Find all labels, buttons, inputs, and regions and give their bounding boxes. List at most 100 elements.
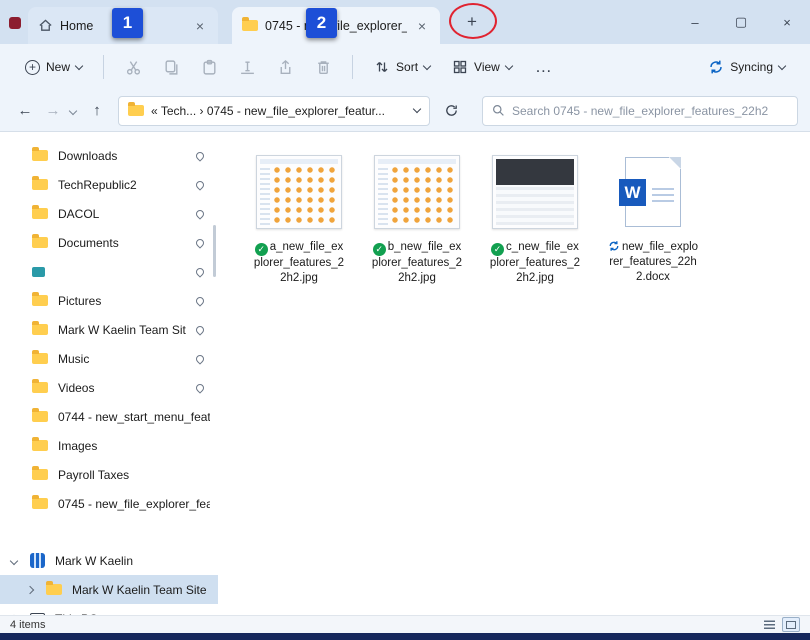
- refresh-icon: [444, 103, 459, 118]
- sidebar-item-pictures[interactable]: Pictures: [0, 286, 218, 315]
- cut-button[interactable]: [116, 51, 150, 83]
- sidebar-item-team-site-pinned[interactable]: Mark W Kaelin Team Site - Do: [0, 315, 218, 344]
- large-icons-view-icon: [786, 621, 796, 629]
- rename-icon: [239, 59, 256, 76]
- view-button-label: View: [474, 60, 500, 74]
- sort-button-label: Sort: [396, 60, 418, 74]
- sidebar-item-music[interactable]: Music: [0, 344, 218, 373]
- sidebar-item-downloads[interactable]: Downloads: [0, 141, 218, 170]
- command-bar: + New Sort: [0, 44, 810, 90]
- file-name: new_file_explorer_features_22h2.docx: [607, 240, 699, 285]
- pin-icon: [194, 179, 205, 190]
- sidebar-item-techrepublic2[interactable]: TechRepublic2: [0, 170, 218, 199]
- sidebar-item-mark-w-kaelin[interactable]: Mark W Kaelin: [0, 546, 218, 575]
- app-icon: [9, 17, 21, 29]
- item-count: 4 items: [10, 619, 45, 631]
- chevron-down-icon: [778, 61, 786, 69]
- chevron-down-icon: [423, 61, 431, 69]
- status-bar: 4 items: [0, 615, 810, 633]
- chevron-down-icon[interactable]: [10, 556, 18, 564]
- new-button[interactable]: + New: [16, 54, 91, 81]
- share-icon: [277, 59, 294, 76]
- cut-icon: [125, 59, 142, 76]
- sidebar-item-dacol[interactable]: DACOL: [0, 199, 218, 228]
- sidebar-item-payroll-taxes[interactable]: Payroll Taxes: [0, 460, 218, 489]
- downloads-folder-icon: [32, 150, 48, 161]
- address-dropdown-chevron-icon[interactable]: [413, 105, 421, 113]
- pin-icon: [194, 208, 205, 219]
- paste-button[interactable]: [192, 51, 226, 83]
- file-item-c-jpg[interactable]: ✓c_new_file_explorer_features_22h2.jpg: [482, 149, 588, 286]
- onedrive-sync-status[interactable]: Syncing: [699, 53, 794, 81]
- window-controls: – ▢ ×: [672, 0, 810, 44]
- folder-icon: [32, 498, 48, 509]
- up-button[interactable]: ↑: [84, 97, 110, 125]
- refresh-button[interactable]: [436, 97, 466, 125]
- toolbar-separator: [103, 55, 104, 79]
- back-button[interactable]: ←: [12, 97, 38, 125]
- sidebar-item-images[interactable]: Images: [0, 431, 218, 460]
- image-thumbnail: [256, 155, 342, 229]
- copy-icon: [163, 59, 180, 76]
- file-item-b-jpg[interactable]: ✓b_new_file_explorer_features_22h2.jpg: [364, 149, 470, 286]
- maximize-button[interactable]: ▢: [718, 0, 764, 44]
- image-thumbnail: [492, 155, 578, 229]
- plus-circle-icon: +: [25, 60, 40, 75]
- breadcrumb-current[interactable]: 0745 - new_file_explorer_featur...: [207, 104, 385, 118]
- syncing-icon: [608, 240, 620, 252]
- navigation-pane: Downloads TechRepublic2 DACOL Documents …: [0, 133, 218, 615]
- new-button-label: New: [46, 60, 70, 74]
- syncing-label: Syncing: [730, 60, 773, 74]
- search-input[interactable]: [512, 104, 788, 118]
- tab-folder-close-icon[interactable]: ×: [414, 18, 430, 34]
- folder-icon: [242, 20, 258, 31]
- file-name: ✓a_new_file_explorer_features_22h2.jpg: [253, 240, 345, 286]
- see-more-button[interactable]: …: [525, 57, 563, 77]
- folder-icon: [32, 179, 48, 190]
- chevron-right-icon[interactable]: [26, 585, 34, 593]
- file-item-a-jpg[interactable]: ✓a_new_file_explorer_features_22h2.jpg: [246, 149, 352, 286]
- sidebar-item-documents[interactable]: Documents: [0, 228, 218, 257]
- home-icon: [38, 18, 53, 33]
- sidebar-item-screenshot[interactable]: [0, 257, 218, 286]
- sidebar-item-videos[interactable]: Videos: [0, 373, 218, 402]
- image-thumbnail: [374, 155, 460, 229]
- tab-home-close-icon[interactable]: ×: [192, 18, 208, 34]
- share-button[interactable]: [268, 51, 302, 83]
- forward-button[interactable]: →: [40, 97, 66, 125]
- tab-bar: Home × 0745 - new_file_explorer_featu × …: [0, 0, 810, 44]
- sidebar-scrollbar[interactable]: [213, 225, 216, 277]
- sidebar-item-0745[interactable]: 0745 - new_file_explorer_features: [0, 489, 218, 518]
- search-bar[interactable]: [482, 96, 798, 126]
- breadcrumb-separator: ›: [200, 104, 204, 118]
- address-bar[interactable]: « Tech... › 0745 - new_file_explorer_fea…: [118, 96, 430, 126]
- breadcrumb-parent[interactable]: Tech...: [161, 104, 196, 118]
- folder-icon: [32, 208, 48, 219]
- file-item-docx[interactable]: W new_file_explorer_features_22h2.docx: [600, 149, 706, 285]
- copy-button[interactable]: [154, 51, 188, 83]
- synced-check-icon: ✓: [491, 243, 504, 256]
- sort-button[interactable]: Sort: [365, 53, 439, 81]
- large-icons-view-button[interactable]: [782, 617, 800, 632]
- paste-icon: [201, 59, 218, 76]
- sidebar-item-this-pc[interactable]: This PC: [0, 604, 218, 615]
- delete-button[interactable]: [306, 51, 340, 83]
- breadcrumb-prefix: «: [151, 104, 158, 118]
- view-button[interactable]: View: [443, 53, 521, 81]
- details-view-icon: [764, 620, 775, 629]
- pin-icon: [194, 266, 205, 277]
- minimize-button[interactable]: –: [672, 0, 718, 44]
- close-button[interactable]: ×: [764, 0, 810, 44]
- pin-icon: [194, 295, 205, 306]
- navigation-bar: ← → ↑ « Tech... › 0745 - new_file_explor…: [0, 90, 810, 132]
- sidebar-item-0744[interactable]: 0744 - new_start_menu_features_: [0, 402, 218, 431]
- rename-button[interactable]: [230, 51, 264, 83]
- recent-locations-chevron-icon[interactable]: [69, 106, 77, 114]
- file-list-area[interactable]: ✓a_new_file_explorer_features_22h2.jpg ✓…: [218, 133, 810, 615]
- pictures-folder-icon: [32, 295, 48, 306]
- chevron-down-icon: [75, 61, 83, 69]
- pin-icon: [194, 324, 205, 335]
- file-name: ✓b_new_file_explorer_features_22h2.jpg: [371, 240, 463, 286]
- details-view-button[interactable]: [760, 617, 778, 632]
- sidebar-item-team-site-selected[interactable]: Mark W Kaelin Team Site - Doc: [0, 575, 218, 604]
